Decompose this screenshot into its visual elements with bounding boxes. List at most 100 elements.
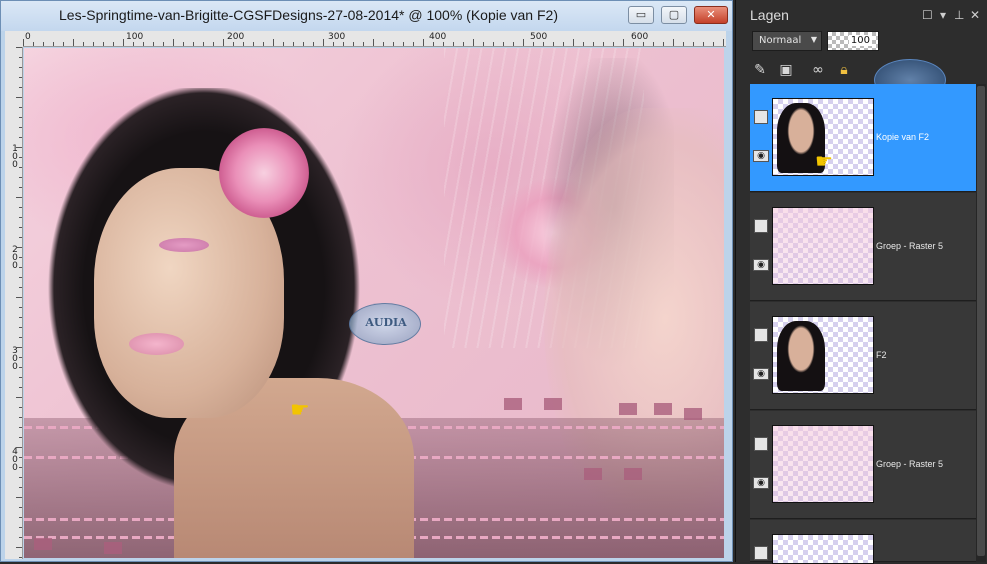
panel-menu-icon[interactable]: ▾ (940, 8, 946, 22)
ruler-tick (19, 107, 22, 108)
document-window[interactable]: Les-Springtime-van-Brigitte-CGSFDesigns-… (0, 0, 733, 562)
panel-close-icon[interactable]: ✕ (970, 8, 980, 22)
decor-square (684, 408, 702, 420)
layer-thumbnail[interactable]: ☛ (772, 98, 874, 176)
ruler-tick (63, 42, 64, 46)
layer-name: F2 (876, 350, 887, 360)
ruler-tick (653, 42, 654, 46)
ruler-tick (19, 537, 22, 538)
ruler-tick (583, 42, 584, 46)
layer-row[interactable] (750, 520, 976, 564)
ruler-tick (19, 87, 22, 88)
ruler-tick (19, 77, 22, 78)
ruler-tick (223, 39, 224, 46)
ruler-tick (493, 42, 494, 46)
ruler-tick (423, 39, 424, 46)
ruler-tick (19, 137, 22, 138)
visibility-eye-icon[interactable]: ◉ (753, 477, 769, 489)
mask-icon[interactable]: ▣ (776, 60, 796, 80)
hair-flower (219, 128, 309, 218)
decor-square (544, 398, 562, 410)
layer-group-icon[interactable] (754, 328, 768, 342)
minimize-button[interactable]: ▭ (628, 6, 654, 24)
ruler-tick (463, 42, 464, 46)
ruler-tick (16, 297, 22, 298)
ruler-tick (633, 42, 634, 46)
maximize-button[interactable]: ▢ (661, 6, 687, 24)
layer-thumbnail[interactable] (772, 425, 874, 503)
ruler-tick (433, 42, 434, 46)
ruler-tick (19, 467, 22, 468)
ruler-tick (19, 357, 22, 358)
ruler-tick (453, 42, 454, 46)
opacity-input[interactable]: 100 (827, 31, 879, 51)
layer-row[interactable]: ◉ Groep - Raster 5 (750, 411, 976, 519)
ruler-tick (19, 287, 22, 288)
layer-thumbnail[interactable] (772, 316, 874, 394)
visibility-eye-icon[interactable]: ◉ (753, 368, 769, 380)
chevron-down-icon: ▼ (810, 35, 817, 44)
ruler-tick (573, 39, 574, 46)
edit-selection-icon[interactable]: ✎ (750, 60, 770, 80)
ruler-tick (19, 217, 22, 218)
layer-thumbnail[interactable] (772, 207, 874, 285)
ruler-tick (703, 42, 704, 46)
ruler-tick (19, 557, 22, 558)
ruler-tick (19, 407, 22, 408)
pointing-hand-icon: ☛ (815, 149, 833, 173)
panel-title: Lagen (750, 7, 789, 23)
ruler-tick (16, 497, 22, 498)
panel-pin-icon[interactable]: ⊥ (954, 8, 964, 22)
ruler-tick (43, 42, 44, 46)
ruler-tick-label: 1 0 0 (12, 144, 18, 170)
ruler-tick-label: 300 (328, 32, 346, 42)
ruler-tick (403, 42, 404, 46)
layer-group-icon[interactable] (754, 437, 768, 451)
ruler-tick (293, 42, 294, 46)
ruler-tick-label: 500 (530, 32, 548, 42)
ruler-tick-label: 200 (227, 32, 245, 42)
layer-group-icon[interactable] (754, 546, 768, 560)
layer-group-icon[interactable] (754, 219, 768, 233)
layer-scrollbar[interactable] (976, 84, 986, 562)
scrollbar-thumb[interactable] (977, 86, 985, 556)
ruler-tick (273, 39, 274, 46)
ruler-tick (623, 39, 624, 46)
layer-thumbnail[interactable] (772, 534, 874, 564)
layer-row[interactable]: ◉ Groep - Raster 5 (750, 193, 976, 301)
watermark-logo: AUDIA (349, 303, 421, 345)
ruler-tick (16, 147, 22, 148)
ruler-tick (443, 42, 444, 46)
thumbnail-content (777, 321, 825, 391)
visibility-eye-icon[interactable]: ◉ (753, 150, 769, 162)
decor-square (619, 403, 637, 415)
ruler-tick (19, 427, 22, 428)
layer-row[interactable]: ◉ ☛ Kopie van F2 (750, 84, 976, 192)
ruler-tick (323, 39, 324, 46)
ruler-tick (103, 42, 104, 46)
ruler-tick (19, 157, 22, 158)
ruler-tick (673, 39, 674, 46)
close-button[interactable]: ✕ (694, 6, 728, 24)
ruler-tick (19, 327, 22, 328)
ruler-tick (93, 42, 94, 46)
ruler-tick (19, 117, 22, 118)
portrait-eye (159, 238, 209, 252)
layers-panel[interactable]: Lagen ☐ ▾ ⊥ ✕ Normaal ▼ 100 ✎ ▣ ∞ 🔒︎ ◉ ☛ K… (735, 0, 987, 564)
ruler-tick (19, 457, 22, 458)
visibility-eye-icon[interactable]: ◉ (753, 259, 769, 271)
layer-row[interactable]: ◉ F2 (750, 302, 976, 410)
ruler-tick (313, 42, 314, 46)
layer-group-icon[interactable] (754, 110, 768, 124)
image-canvas[interactable]: AUDIA ☛ (24, 48, 724, 558)
blend-mode-select[interactable]: Normaal ▼ (752, 31, 822, 51)
lock-icon[interactable]: 🔒︎ (834, 60, 854, 80)
ruler-tick (19, 277, 22, 278)
thumbnail-content (773, 426, 873, 502)
link-icon[interactable]: ∞ (808, 60, 828, 80)
panel-float-icon[interactable]: ☐ (922, 8, 933, 22)
portrait-lips (129, 333, 184, 355)
document-titlebar[interactable]: Les-Springtime-van-Brigitte-CGSFDesigns-… (1, 1, 732, 31)
ruler-tick (19, 227, 22, 228)
ruler-tick (693, 42, 694, 46)
